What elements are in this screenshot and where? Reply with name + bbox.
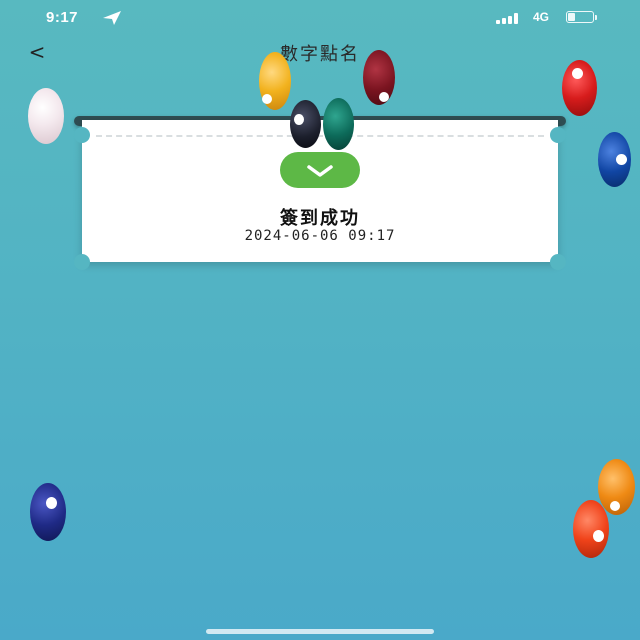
ball-red-bottom [573,500,609,558]
ball-maroon [363,50,395,105]
success-timestamp: 2024-06-06 09:17 [244,228,396,244]
status-bar: 9:17 4G 29 [0,0,640,36]
battery-icon: 29 [566,11,598,25]
dashed-divider [96,135,544,137]
ball-white [28,88,64,144]
status-time: 9:17 [46,9,79,26]
ball-red-top [562,60,597,116]
ticket-notch-right [550,127,566,143]
ticket-notch-right-bottom [550,254,566,270]
ball-orange [598,459,635,515]
check-icon [307,165,333,177]
ticket-notch-left-bottom [74,254,90,270]
page-title: 數字點名 [280,44,360,65]
ball-blue-right [598,132,631,187]
battery-level: 29 [574,12,585,22]
location-arrow-icon [103,11,121,25]
success-title: 簽到成功 [280,208,360,229]
home-indicator [206,629,434,634]
success-card: 簽到成功 2024-06-06 09:17 [74,120,566,270]
signal-bars-icon [496,13,518,24]
ticket-notch-left [74,127,90,143]
ball-navy [30,483,66,541]
ball-black [290,100,321,148]
success-badge [280,152,360,188]
ball-yellow [259,52,291,110]
network-label: 4G [533,10,550,24]
ball-green [323,98,354,150]
